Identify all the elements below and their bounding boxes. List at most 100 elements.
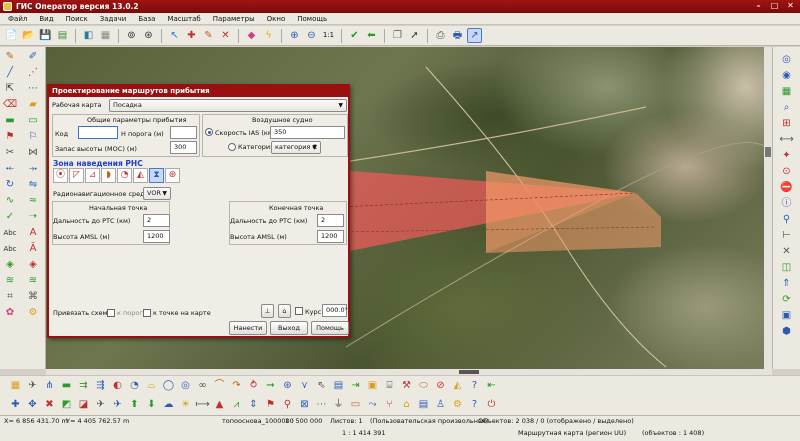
delete-icon[interactable]: ✕ — [218, 28, 233, 43]
category-select[interactable]: категория С ▼ — [271, 141, 321, 154]
stamp-icon[interactable]: ▣ — [365, 378, 380, 393]
book-icon[interactable]: ▤ — [331, 378, 346, 393]
new-document-icon[interactable]: 📄 — [4, 28, 19, 43]
profile-icon[interactable]: ⩘ — [229, 398, 244, 413]
wave-icon[interactable]: ≋ — [2, 274, 18, 288]
curve-icon[interactable]: ∿ — [2, 194, 18, 208]
weather-icon[interactable]: ☀ — [178, 398, 193, 413]
polyline-icon[interactable]: ⋰ — [25, 66, 41, 80]
help-icon[interactable]: ? — [467, 398, 482, 413]
end-distance-input[interactable]: 2 — [317, 214, 344, 227]
height-margin-input[interactable]: 300 — [170, 141, 197, 154]
approach-icon[interactable]: ⇉ — [76, 378, 91, 393]
plane-left-icon[interactable]: ✈ — [93, 398, 108, 413]
hold-icon[interactable]: ⥁ — [246, 378, 261, 393]
pin-icon[interactable]: ⚲ — [779, 213, 795, 227]
layer-del-icon[interactable]: ◪ — [76, 398, 91, 413]
menu-parameters[interactable]: Параметры — [213, 15, 255, 23]
arrow-line-icon[interactable]: ➝ — [25, 210, 41, 224]
zoom-actual-button[interactable]: 1:1 — [321, 28, 336, 43]
binoculars-icon[interactable]: ⊚ — [124, 28, 139, 43]
layers-red-icon[interactable]: ◈ — [25, 258, 41, 272]
money-add-icon[interactable]: ▭ — [25, 114, 41, 128]
arrow-left-icon[interactable]: ⬅ — [364, 28, 379, 43]
flag-icon[interactable]: ⚑ — [2, 130, 18, 144]
binoculars-next-icon[interactable]: ⊛ — [141, 28, 156, 43]
edit-icon[interactable]: ✎ — [201, 28, 216, 43]
measure-icon[interactable]: ⟷ — [779, 133, 795, 147]
maximize-icon[interactable]: □ — [768, 1, 781, 11]
ruler-icon[interactable]: ⊢ — [779, 229, 795, 243]
palette-icon[interactable]: ✿ — [2, 306, 18, 320]
filter-icon[interactable]: ⏚ — [331, 398, 346, 413]
circle-icon[interactable]: ◯ — [161, 378, 176, 393]
code-input[interactable] — [78, 126, 118, 139]
line-icon[interactable]: ╱ — [2, 66, 18, 80]
node-icon[interactable]: ⋯ — [25, 82, 41, 96]
zone-shape-1-icon[interactable]: ⦿ — [53, 168, 68, 183]
work-map-select[interactable]: Посадка ▼ — [109, 99, 347, 112]
pencil-icon[interactable]: ✎ — [2, 50, 18, 64]
route-map-icon[interactable]: ⇶ — [93, 378, 108, 393]
zone-shape-8-icon[interactable]: ⊛ — [165, 168, 180, 183]
menu-tasks[interactable]: Задачи — [100, 15, 127, 23]
money-icon[interactable]: ▬ — [2, 114, 18, 128]
help-button[interactable]: Помощь — [311, 321, 349, 335]
menu-search[interactable]: Поиск — [66, 15, 88, 23]
layer-add-icon[interactable]: ◩ — [59, 398, 74, 413]
target-icon[interactable]: ⊙ — [779, 165, 795, 179]
axes-icon[interactable]: ✕ — [779, 245, 795, 259]
layers-icon[interactable]: ◫ — [779, 261, 795, 275]
plane-right-icon[interactable]: ✈ — [110, 398, 125, 413]
person-icon[interactable]: ♙ — [433, 398, 448, 413]
stop-icon[interactable]: ⛔ — [779, 181, 795, 195]
table-icon[interactable]: ▤ — [416, 398, 431, 413]
close-icon[interactable]: ✕ — [784, 1, 797, 11]
graph-icon[interactable]: ⋯ — [314, 398, 329, 413]
object-move-icon[interactable]: ✥ — [25, 398, 40, 413]
lightning-icon[interactable]: ϟ — [261, 28, 276, 43]
exit-button[interactable]: Выход — [270, 321, 308, 335]
cut-icon[interactable]: ✂ — [2, 146, 18, 160]
flag-blue-icon[interactable]: ⚐ — [25, 130, 41, 144]
fork-icon[interactable]: ⑂ — [382, 398, 397, 413]
north-icon[interactable]: ⇑ — [779, 277, 795, 291]
tools-icon[interactable]: ⚒ — [399, 378, 414, 393]
globe-layers-icon[interactable]: ◉ — [779, 69, 795, 83]
stack-icon[interactable]: ◧ — [81, 28, 96, 43]
cursor-edit-icon[interactable]: ⇱ — [2, 82, 18, 96]
copy-icon[interactable]: ❐ — [390, 28, 405, 43]
print-preview-icon[interactable]: 🖶 — [450, 28, 465, 43]
coordinates-icon[interactable]: ⊞ — [779, 117, 795, 131]
brush-icon[interactable]: ▰ — [25, 98, 41, 112]
rotate-icon[interactable]: ↻ — [2, 178, 18, 192]
map-search-icon[interactable]: ⌕ — [779, 101, 795, 115]
map-grid-icon[interactable]: ▦ — [779, 85, 795, 99]
align-icon[interactable]: ⊥ — [261, 304, 274, 318]
print-icon[interactable]: ⎙ — [433, 28, 448, 43]
start-height-input[interactable]: 1200 — [143, 230, 170, 243]
double-circle-icon[interactable]: ◎ — [178, 378, 193, 393]
checkmark-icon[interactable]: ✔ — [347, 28, 362, 43]
link-icon[interactable]: ∞ — [195, 378, 210, 393]
category-radio[interactable] — [228, 143, 236, 151]
apply-button[interactable]: Нанести — [229, 321, 267, 335]
ellipse-icon[interactable]: ⬭ — [416, 378, 431, 393]
zone-shape-7-icon[interactable]: ⧗ — [149, 168, 164, 183]
arrow-down-icon[interactable]: ⬇ — [144, 398, 159, 413]
menu-help[interactable]: Помощь — [297, 15, 327, 23]
text-style-icon[interactable]: Ā — [25, 242, 41, 256]
split-icon[interactable]: ⤝ — [2, 162, 18, 176]
height-icon[interactable]: ⇕ — [246, 398, 261, 413]
select-icon[interactable]: ↖ — [167, 28, 182, 43]
tree-icon[interactable]: ⋎ — [297, 378, 312, 393]
sector-icon[interactable]: ◔ — [127, 378, 142, 393]
object-del-icon[interactable]: ✖ — [42, 398, 57, 413]
text-edit-icon[interactable]: A — [25, 226, 41, 240]
start-distance-input[interactable]: 2 — [143, 214, 170, 227]
runway-icon[interactable]: ▬ — [59, 378, 74, 393]
eraser-icon[interactable]: ⌫ — [2, 98, 18, 112]
course-checkbox[interactable] — [295, 307, 303, 315]
zone-shape-6-icon[interactable]: ◭ — [133, 168, 148, 183]
check-line-icon[interactable]: ✓ — [2, 210, 18, 224]
